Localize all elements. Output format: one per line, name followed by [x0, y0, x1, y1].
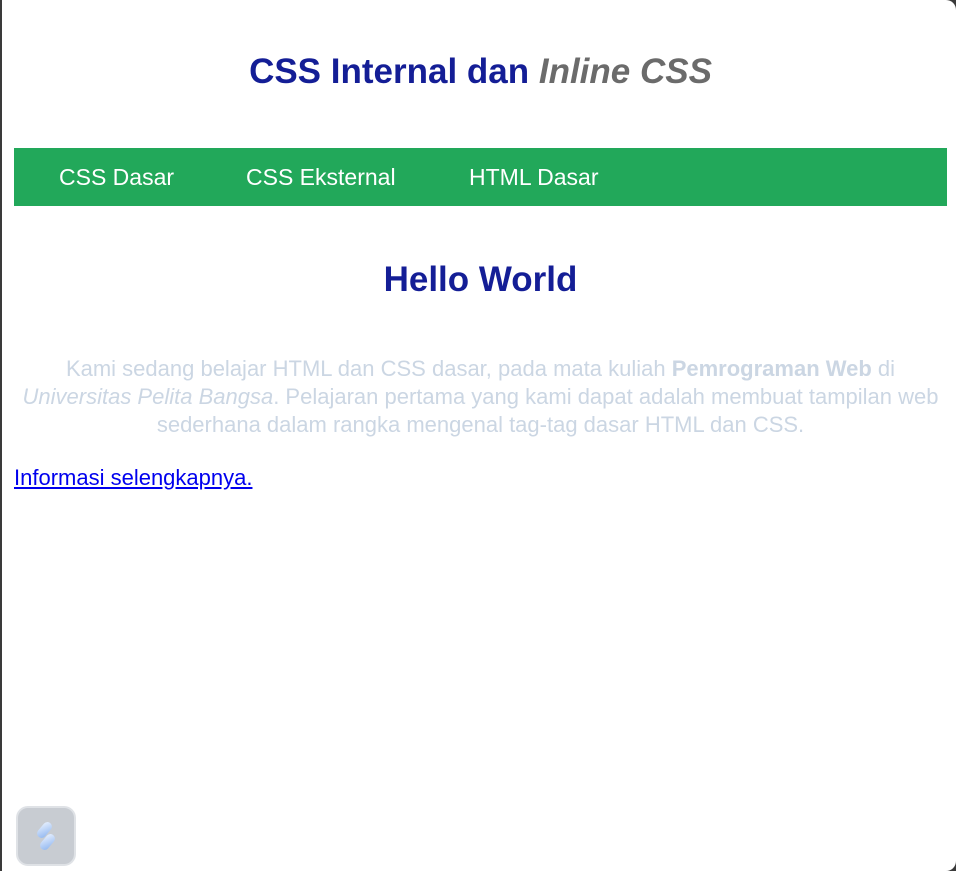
intro-text-3: . Pelajaran pertama yang kami dapat adal…	[156, 384, 939, 437]
intro-text-2: di	[871, 356, 896, 381]
nav-link-css-dasar[interactable]: CSS Dasar	[59, 148, 174, 206]
main-heading: Hello World	[383, 260, 578, 299]
floating-extension-button[interactable]	[16, 806, 76, 866]
extension-logo-icon	[37, 822, 55, 850]
site-title-main: CSS Internal dan	[249, 52, 539, 91]
intro-paragraph: Kami sedang belajar HTML dan CSS dasar, …	[14, 355, 947, 439]
more-info-link[interactable]: Informasi selengkapnya.	[14, 464, 252, 492]
nav-item-html-dasar: HTML Dasar	[469, 148, 599, 206]
nav-link-css-eksternal[interactable]: CSS Eksternal	[246, 148, 396, 206]
intro-italic-university: Universitas Pelita Bangsa	[22, 384, 274, 409]
intro-text-1: Kami sedang belajar HTML dan CSS dasar, …	[65, 356, 672, 381]
site-title: CSS Internal dan Inline CSS	[14, 52, 947, 92]
nav-item-css-eksternal: CSS Eksternal	[246, 148, 396, 206]
nav-link-html-dasar[interactable]: HTML Dasar	[469, 148, 599, 206]
site-title-italic: Inline CSS	[538, 52, 712, 91]
navigation-bar: CSS Dasar CSS Eksternal HTML Dasar	[14, 148, 947, 206]
browser-viewport: CSS Internal dan Inline CSS CSS Dasar CS…	[2, 0, 956, 871]
nav-item-css-dasar: CSS Dasar	[59, 148, 174, 206]
intro-bold-course: Pemrograman Web	[671, 356, 872, 381]
